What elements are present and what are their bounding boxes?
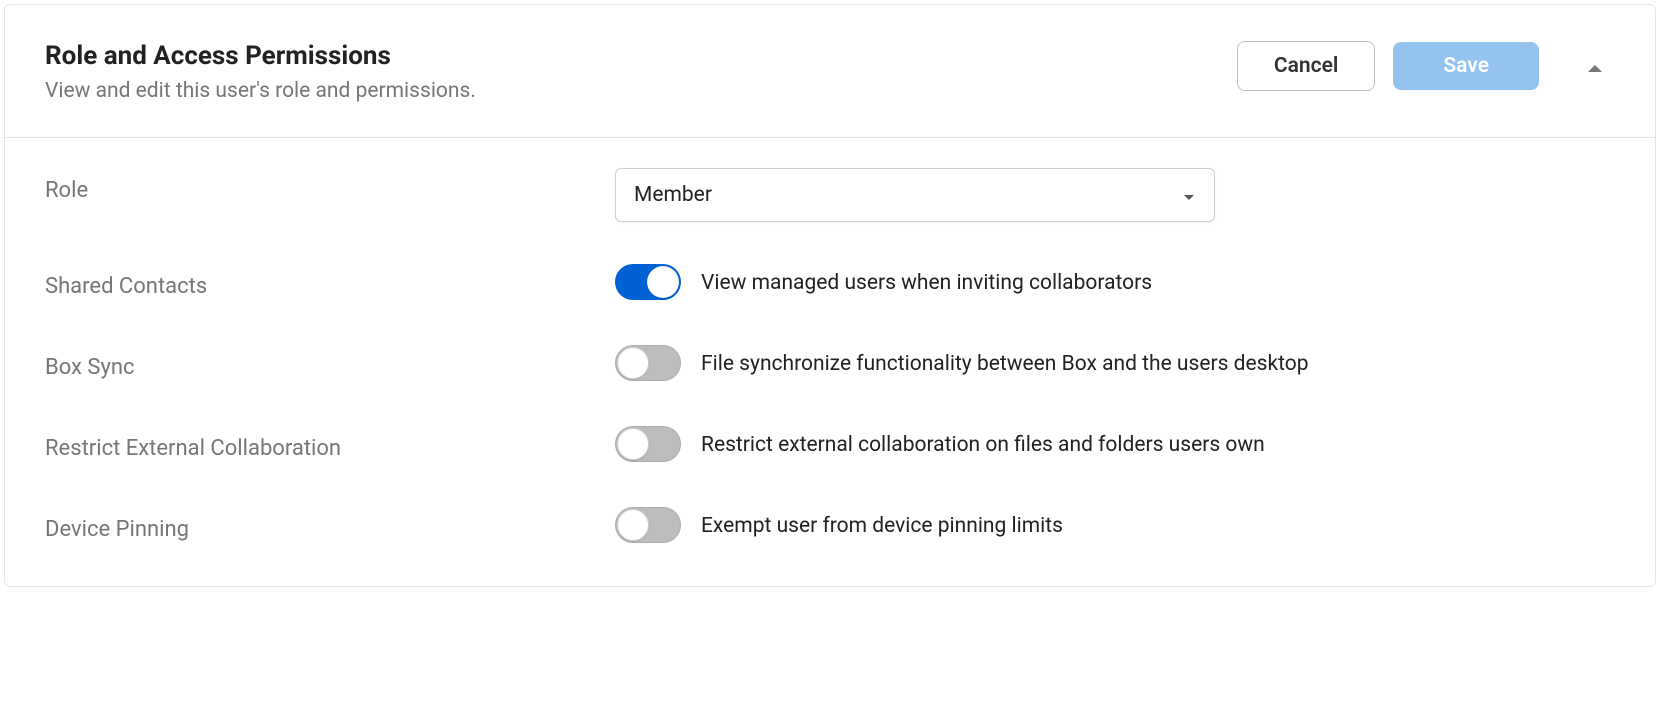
box-sync-toggle[interactable] [615,345,681,381]
toggle-knob [647,266,679,298]
cancel-button[interactable]: Cancel [1237,41,1375,91]
role-permissions-panel: Role and Access Permissions View and edi… [4,4,1656,587]
shared-contacts-description: View managed users when inviting collabo… [701,264,1152,300]
panel-header: Role and Access Permissions View and edi… [5,5,1655,138]
device-pinning-toggle[interactable] [615,507,681,543]
device-pinning-row: Device Pinning Exempt user from device p… [45,507,1615,546]
role-row: Role Member [45,168,1615,222]
save-button[interactable]: Save [1393,42,1539,90]
panel-body: Role Member Shared Contacts View managed… [5,138,1655,586]
restrict-external-toggle[interactable] [615,426,681,462]
toggle-knob [617,347,649,379]
chevron-up-icon [1587,54,1603,78]
device-pinning-description: Exempt user from device pinning limits [701,507,1063,543]
box-sync-control: File synchronize functionality between B… [615,345,1615,381]
shared-contacts-control: View managed users when inviting collabo… [615,264,1615,300]
restrict-external-control: Restrict external collaboration on files… [615,426,1615,462]
shared-contacts-label: Shared Contacts [45,264,615,303]
box-sync-description: File synchronize functionality between B… [701,345,1309,381]
role-select-value: Member [615,168,1215,222]
panel-title: Role and Access Permissions [45,41,1237,71]
device-pinning-label: Device Pinning [45,507,615,546]
role-label: Role [45,168,615,207]
collapse-toggle[interactable] [1575,54,1615,78]
box-sync-label: Box Sync [45,345,615,384]
header-text: Role and Access Permissions View and edi… [45,41,1237,103]
restrict-external-label: Restrict External Collaboration [45,426,615,465]
box-sync-row: Box Sync File synchronize functionality … [45,345,1615,384]
device-pinning-control: Exempt user from device pinning limits [615,507,1615,543]
panel-subtitle: View and edit this user's role and permi… [45,79,1237,103]
shared-contacts-row: Shared Contacts View managed users when … [45,264,1615,303]
toggle-knob [617,509,649,541]
header-actions: Cancel Save [1237,41,1615,91]
role-select[interactable]: Member [615,168,1215,222]
toggle-knob [617,428,649,460]
shared-contacts-toggle[interactable] [615,264,681,300]
restrict-external-row: Restrict External Collaboration Restrict… [45,426,1615,465]
role-control: Member [615,168,1615,222]
restrict-external-description: Restrict external collaboration on files… [701,426,1265,462]
